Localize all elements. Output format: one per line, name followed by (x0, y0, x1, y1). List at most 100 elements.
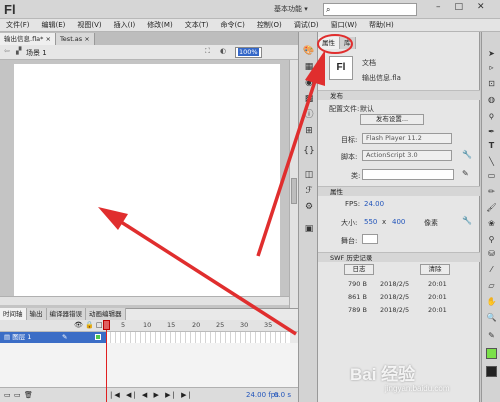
fps-value[interactable]: 24.00 (364, 200, 384, 208)
color-icon[interactable]: ◉ (303, 78, 315, 89)
wrench-icon[interactable]: 🔧 (462, 216, 472, 225)
stage-color-swatch[interactable] (362, 234, 378, 244)
hand-tool-icon[interactable]: ✋ (486, 296, 497, 307)
tab-compiler-errors[interactable]: 编译器错误 (46, 308, 86, 320)
subselection-tool-icon[interactable]: ▹ (486, 62, 497, 73)
help-search-input[interactable]: ⌕ (323, 3, 417, 16)
menu-item[interactable]: 视图(V) (71, 19, 107, 32)
layer-row[interactable]: ▤ 图层 1 ✎ (0, 332, 106, 343)
stroke-color-icon[interactable]: ✎ (486, 330, 497, 341)
edit-symbols-icon[interactable]: ◐ (220, 47, 226, 55)
tab-motion-editor[interactable]: 动画编辑器 (86, 308, 126, 320)
motion-presets-icon[interactable]: 🎨 (303, 46, 315, 57)
delete-layer-icon[interactable]: 🗑 (24, 391, 33, 399)
rectangle-tool-icon[interactable]: ▭ (486, 170, 497, 181)
watermark-logo: Bai 经验 (350, 365, 416, 384)
width-value[interactable]: 550 (364, 218, 377, 226)
back-arrow-icon[interactable]: ⇦ (4, 47, 10, 55)
log-button[interactable]: 日志 (344, 264, 374, 275)
minimize-button[interactable]: – (436, 2, 441, 12)
new-layer-icon[interactable]: ▭ (4, 391, 11, 399)
scene-panel-icon[interactable]: ▣ (303, 224, 315, 235)
section-properties[interactable]: 属性 (318, 186, 480, 196)
tab-properties[interactable]: 属性 (318, 37, 340, 49)
bone-tool-icon[interactable]: ⚲ (486, 234, 497, 245)
pencil-tool-icon[interactable]: ✏ (486, 186, 497, 197)
tab-document-fla[interactable]: 输出信息.fla* × (0, 33, 56, 45)
class-input[interactable] (362, 169, 454, 180)
size-label: 大小: (341, 219, 358, 227)
components-icon[interactable]: ◫ (303, 170, 315, 181)
close-tab-icon[interactable]: × (45, 35, 50, 43)
menu-item[interactable]: 命令(C) (214, 19, 250, 32)
playback-controls[interactable]: |◀ ◀| ◀ ▶ ▶| ▶| (110, 391, 193, 399)
publish-settings-button[interactable]: 发布设置... (360, 114, 424, 125)
tab-timeline[interactable]: 时间轴 (0, 308, 27, 320)
menu-item[interactable]: 编辑(E) (36, 19, 72, 32)
eraser-tool-icon[interactable]: ▱ (486, 280, 497, 291)
eyedropper-tool-icon[interactable]: ⁄ (486, 264, 497, 275)
edit-scene-icon[interactable]: ⛶ (205, 47, 210, 56)
deco-tool-icon[interactable]: ❀ (486, 218, 497, 229)
brush-tool-icon[interactable]: 🖌 (486, 202, 497, 213)
swatches-icon[interactable]: ▩ (303, 94, 315, 105)
zoom-select[interactable]: 100% (235, 47, 262, 58)
eye-icon[interactable]: 👁 (74, 321, 83, 329)
pen-tool-icon[interactable]: ✒ (486, 126, 497, 137)
menu-item[interactable]: 文件(F) (0, 19, 36, 32)
menu-item[interactable]: 插入(I) (108, 19, 142, 32)
playhead-marker[interactable] (103, 320, 110, 330)
free-transform-tool-icon[interactable]: ⊡ (486, 78, 497, 89)
wrench-icon[interactable]: 🔧 (462, 150, 472, 159)
vertical-scrollbar[interactable] (289, 60, 298, 308)
playhead[interactable] (106, 320, 107, 402)
paint-bucket-tool-icon[interactable]: ⛁ (486, 248, 497, 259)
close-tab-icon[interactable]: × (84, 35, 89, 43)
workspace-switcher[interactable]: 基本功能 ▾ (274, 4, 308, 14)
menu-item[interactable]: 修改(M) (141, 19, 179, 32)
info-icon[interactable]: ⓘ (303, 110, 315, 121)
frame-grid[interactable] (106, 332, 290, 343)
menu-item[interactable]: 控制(O) (251, 19, 288, 32)
horizontal-scrollbar[interactable] (0, 296, 289, 305)
tab-document-as[interactable]: Test.as × (55, 33, 95, 45)
stage-canvas[interactable] (14, 64, 280, 296)
transform-icon[interactable]: ⊞ (303, 126, 315, 137)
swf-history-date: 2018/2/5 (380, 306, 410, 314)
target-select[interactable]: Flash Player 11.2 (362, 133, 452, 144)
pencil-icon[interactable]: ✎ (462, 169, 469, 178)
menu-item[interactable]: 文本(T) (179, 19, 215, 32)
line-tool-icon[interactable]: ╲ (486, 156, 497, 167)
swap-colors-icon[interactable] (486, 366, 497, 377)
menu-item[interactable]: 帮助(H) (363, 19, 400, 32)
lasso-tool-icon[interactable]: ϙ (486, 110, 497, 121)
layer-icon: ▤ (4, 333, 13, 341)
section-publish[interactable]: 发布 (318, 90, 480, 100)
clear-button[interactable]: 清除 (420, 264, 450, 275)
close-button[interactable]: ✕ (477, 2, 485, 12)
tab-output[interactable]: 输出 (26, 308, 47, 320)
zoom-tool-icon[interactable]: 🔍 (486, 312, 497, 323)
menu-item[interactable]: 调试(D) (288, 19, 325, 32)
height-value[interactable]: 400 (392, 218, 405, 226)
tab-library[interactable]: 库 (340, 37, 356, 49)
3d-rotation-tool-icon[interactable]: ◍ (486, 94, 497, 105)
lock-icon[interactable]: 🔒 (85, 321, 94, 329)
new-folder-icon[interactable]: ▭ (14, 391, 21, 399)
align-icon[interactable]: ▦ (303, 62, 315, 73)
scroll-thumb[interactable] (291, 178, 297, 204)
layer-color-icon[interactable] (95, 334, 101, 340)
section-swf-history[interactable]: SWF 历史记录 (318, 252, 480, 262)
script-select[interactable]: ActionScript 3.0 (362, 150, 452, 161)
outline-icon[interactable]: □ (96, 321, 103, 329)
document-icon: Fl (329, 56, 353, 80)
code-snippets-icon[interactable]: {} (303, 146, 315, 157)
actions-icon[interactable]: ℱ (303, 186, 315, 197)
properties-panel (318, 32, 480, 402)
maximize-button[interactable]: □ (455, 2, 464, 12)
text-tool-icon[interactable]: T (486, 140, 497, 151)
fill-color-swatch[interactable] (486, 348, 497, 359)
selection-tool-icon[interactable]: ➤ (486, 48, 497, 59)
movie-explorer-icon[interactable]: ⚙ (303, 202, 315, 213)
menu-item[interactable]: 窗口(W) (325, 19, 363, 32)
